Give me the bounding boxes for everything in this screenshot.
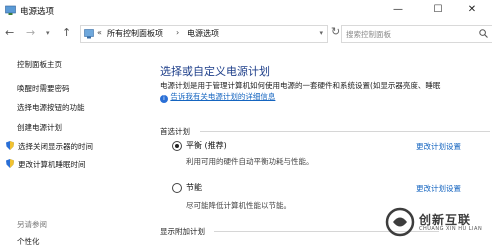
personalization-link[interactable]: 个性化: [17, 236, 40, 247]
change-sleep-time-link[interactable]: 更改计算机睡眠时间: [6, 159, 86, 170]
back-arrow-icon[interactable]: ←: [5, 26, 14, 39]
address-row: ← → ▾ ↑ « 所有控制面板项 › 电源选项 ▾ ↻ 搜索控制面板: [0, 22, 492, 44]
watermark-logo: 创新互联 CHUANG XIN HU LIAN: [383, 207, 489, 237]
window-title: 电源选项: [20, 7, 55, 17]
choose-display-off-time-label: 选择关闭显示器的时间: [18, 142, 93, 151]
shield-icon: [6, 141, 14, 150]
minimize-button[interactable]: —: [376, 0, 420, 20]
balanced-plan-description: 利用可用的硬件自动平衡功耗与性能。: [186, 157, 314, 166]
info-icon: i: [160, 95, 168, 103]
page-title: 选择或自定义电源计划: [160, 65, 270, 78]
power-saver-plan-description: 尽可能降低计算机性能以节能。: [186, 201, 291, 210]
balanced-plan-name[interactable]: 平衡 (推荐): [186, 140, 227, 151]
breadcrumb-separator: ›: [176, 28, 180, 37]
address-bar[interactable]: « 所有控制面板项 › 电源选项 ▾: [80, 25, 328, 43]
breadcrumb-overflow[interactable]: «: [97, 28, 102, 37]
power-saver-plan-name[interactable]: 节能: [186, 182, 202, 193]
balanced-plan-radio[interactable]: [172, 141, 182, 151]
forward-arrow-icon[interactable]: →: [26, 26, 35, 39]
left-navigation-pane: 控制面板主页 唤醒时需要密码 选择电源按钮的功能 创建电源计划 选择关闭显示器的…: [0, 46, 140, 247]
recent-locations-chevron-icon[interactable]: ▾: [46, 29, 50, 37]
title-bar: 电源选项 — ☐ ✕: [0, 0, 492, 22]
see-also-heading: 另请参阅: [17, 220, 47, 229]
shield-icon: [6, 159, 14, 168]
create-power-plan-link[interactable]: 创建电源计划: [17, 122, 62, 133]
search-icon[interactable]: [479, 29, 488, 38]
change-sleep-time-label: 更改计算机睡眠时间: [18, 160, 86, 169]
power-options-app-icon: [5, 5, 16, 15]
brand-logo-icon: [385, 207, 415, 237]
breadcrumb-power-options[interactable]: 电源选项: [187, 28, 219, 39]
description-text: 电源计划是用于管理计算机如何使用电源的一套硬件和系统设置(如显示器亮度、睡眠: [160, 81, 441, 90]
refresh-icon[interactable]: ↻: [331, 25, 340, 38]
power-saver-change-plan-settings-link[interactable]: 更改计划设置: [416, 183, 461, 194]
page-description: 电源计划是用于管理计算机如何使用电源的一套硬件和系统设置(如显示器亮度、睡眠 i…: [160, 80, 490, 103]
close-button[interactable]: ✕: [450, 0, 492, 20]
search-input[interactable]: 搜索控制面板: [346, 29, 391, 40]
control-panel-icon: [84, 29, 94, 39]
address-dropdown-chevron-icon[interactable]: ▾: [319, 29, 323, 37]
power-saver-plan-radio[interactable]: [172, 183, 182, 193]
search-box[interactable]: 搜索控制面板: [341, 25, 492, 43]
watermark-subtext: CHUANG XIN HU LIAN: [419, 226, 483, 232]
section-divider: [200, 131, 490, 132]
preferred-plans-label: 首选计划: [160, 127, 190, 136]
control-panel-home-link[interactable]: 控制面板主页: [17, 59, 62, 70]
choose-display-off-time-link[interactable]: 选择关闭显示器的时间: [6, 141, 93, 152]
require-password-on-wakeup-link[interactable]: 唤醒时需要密码: [17, 83, 70, 94]
choose-power-button-action-link[interactable]: 选择电源按钮的功能: [17, 102, 85, 113]
power-plan-details-link[interactable]: 告诉我有关电源计划的详细信息: [170, 92, 275, 101]
breadcrumb-all-control-panel-items[interactable]: 所有控制面板项: [107, 28, 163, 39]
up-arrow-icon[interactable]: ↑: [62, 26, 71, 39]
show-additional-plans-label[interactable]: 显示附加计划: [160, 226, 205, 237]
balanced-change-plan-settings-link[interactable]: 更改计划设置: [416, 141, 461, 152]
